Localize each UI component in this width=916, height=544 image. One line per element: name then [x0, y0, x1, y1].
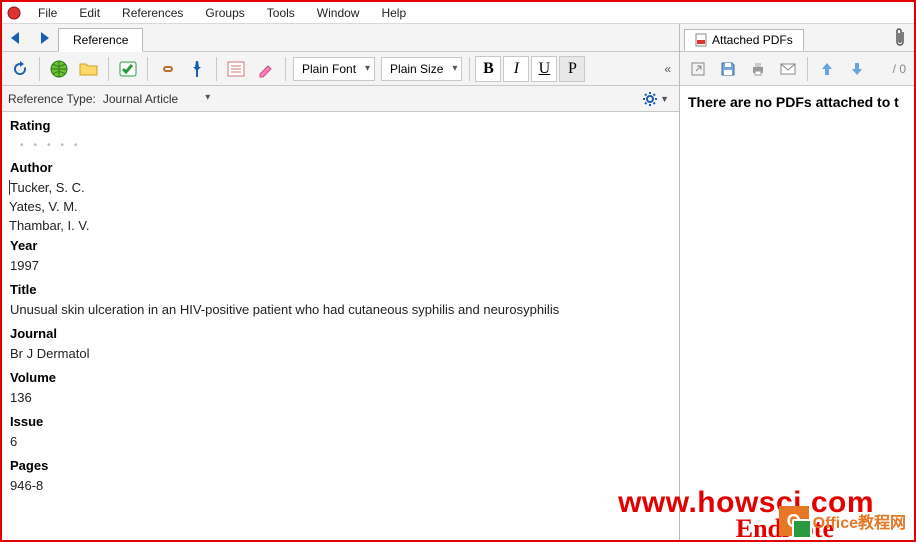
italic-button[interactable]: I: [503, 56, 529, 82]
list-icon[interactable]: [222, 55, 250, 83]
print-icon[interactable]: [744, 55, 772, 83]
arrow-down-icon[interactable]: [843, 55, 871, 83]
pages-value[interactable]: 946-8: [2, 476, 679, 499]
tab-attached-pdfs[interactable]: Attached PDFs: [684, 29, 804, 51]
open-external-icon[interactable]: [684, 55, 712, 83]
save-icon[interactable]: [714, 55, 742, 83]
back-button[interactable]: [4, 26, 28, 50]
year-label: Year: [2, 235, 679, 256]
font-size-select[interactable]: Plain Size: [381, 57, 462, 81]
ref-type-label: Reference Type:: [8, 92, 96, 106]
volume-value[interactable]: 136: [2, 388, 679, 411]
menu-edit[interactable]: Edit: [69, 4, 110, 22]
plain-button[interactable]: P: [559, 56, 585, 82]
pdf-icon: [695, 33, 707, 47]
no-pdf-message: There are no PDFs attached to t: [680, 86, 914, 118]
title-label: Title: [2, 279, 679, 300]
menu-groups[interactable]: Groups: [195, 4, 254, 22]
expand-icon[interactable]: «: [664, 62, 671, 76]
link-icon[interactable]: [153, 55, 181, 83]
fields-pane[interactable]: Rating ••••• Author Tucker, S. C. Yates,…: [2, 112, 679, 540]
forward-button[interactable]: [32, 26, 56, 50]
email-icon[interactable]: [774, 55, 802, 83]
folder-open-icon[interactable]: [75, 55, 103, 83]
title-value[interactable]: Unusual skin ulceration in an HIV-positi…: [2, 300, 679, 323]
menu-file[interactable]: File: [28, 4, 67, 22]
ref-type-bar: Reference Type: Journal Article ▼: [2, 86, 679, 112]
author-line[interactable]: Thambar, I. V.: [2, 216, 679, 235]
left-nav-row: Reference: [2, 24, 679, 52]
tab-reference[interactable]: Reference: [58, 28, 143, 52]
menu-help[interactable]: Help: [371, 4, 416, 22]
left-toolbar: Plain Font Plain Size B I U P «: [2, 52, 679, 86]
checkmark-icon[interactable]: [114, 55, 142, 83]
journal-value[interactable]: Br J Dermatol: [2, 344, 679, 367]
menu-tools[interactable]: Tools: [257, 4, 305, 22]
pin-icon[interactable]: [183, 55, 211, 83]
highlight-icon[interactable]: [252, 55, 280, 83]
page-count: / 0: [893, 62, 910, 76]
rating-label: Rating: [2, 112, 679, 136]
refresh-icon[interactable]: [6, 55, 34, 83]
author-line[interactable]: Tucker, S. C.: [2, 178, 679, 197]
menu-references[interactable]: References: [112, 4, 193, 22]
journal-label: Journal: [2, 323, 679, 344]
underline-button[interactable]: U: [531, 56, 557, 82]
app-icon: [6, 5, 22, 21]
right-nav-row: Attached PDFs: [680, 24, 914, 52]
author-line[interactable]: Yates, V. M.: [2, 197, 679, 216]
globe-icon[interactable]: [45, 55, 73, 83]
issue-value[interactable]: 6: [2, 432, 679, 455]
year-value[interactable]: 1997: [2, 256, 679, 279]
font-name-select[interactable]: Plain Font: [293, 57, 375, 81]
ref-type-select[interactable]: Journal Article: [98, 90, 215, 108]
pages-label: Pages: [2, 455, 679, 476]
issue-label: Issue: [2, 411, 679, 432]
paperclip-icon[interactable]: [886, 28, 914, 48]
menu-window[interactable]: Window: [307, 4, 370, 22]
author-label: Author: [2, 157, 679, 178]
rating-stars[interactable]: •••••: [2, 136, 679, 157]
gear-icon: [642, 91, 658, 107]
options-gear-button[interactable]: ▼: [638, 91, 673, 107]
volume-label: Volume: [2, 367, 679, 388]
bold-button[interactable]: B: [475, 56, 501, 82]
right-toolbar: / 0: [680, 52, 914, 86]
menubar: File Edit References Groups Tools Window…: [2, 2, 914, 24]
arrow-up-icon[interactable]: [813, 55, 841, 83]
